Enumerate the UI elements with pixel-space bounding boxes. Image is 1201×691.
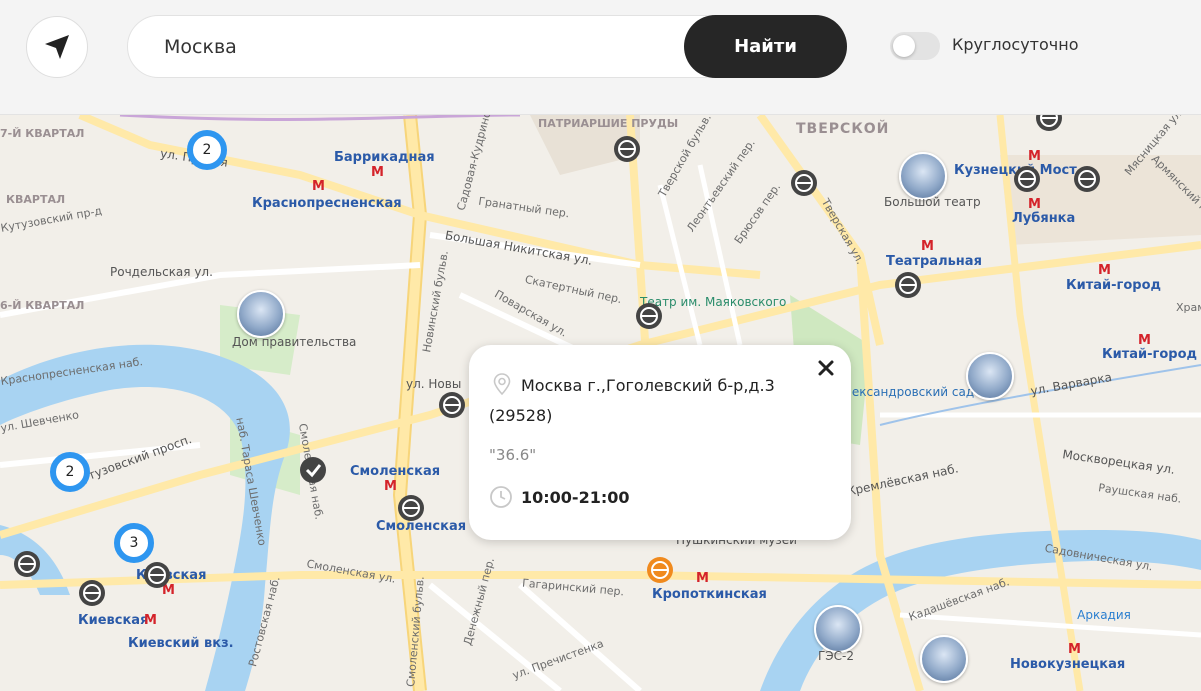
street-label: ул. Новы <box>406 377 462 391</box>
pharmacy-pin-icon[interactable] <box>396 493 426 523</box>
metro-label: Смоленская <box>350 464 441 479</box>
cluster-count: 2 <box>65 464 75 480</box>
metro-icon: M <box>1138 333 1151 348</box>
pharmacy-pin-icon[interactable] <box>634 301 664 331</box>
location-pin-icon <box>493 373 511 395</box>
metro-icon: M <box>144 613 157 628</box>
pharmacy-cluster[interactable]: 2 <box>50 452 90 492</box>
pharmacy-cluster[interactable]: 2 <box>187 130 227 170</box>
pharmacy-pin-icon[interactable] <box>142 560 172 590</box>
place-label: Дом правительства <box>232 335 357 349</box>
pharmacy-pin-icon[interactable] <box>12 549 42 579</box>
metro-icon: M <box>371 165 384 180</box>
pharmacy-pin-icon[interactable] <box>893 270 923 300</box>
place-label: Александровский сад <box>836 385 975 399</box>
pharmacy-cluster[interactable]: 3 <box>114 523 154 563</box>
pharmacy-pin-icon[interactable] <box>77 578 107 608</box>
place-label: Аркадия <box>1077 608 1131 622</box>
metro-label: Баррикадная <box>334 150 435 165</box>
place-label: ГЭС-2 <box>817 649 855 663</box>
pharmacy-address-text: Москва г.,Гоголевский б-р,д.3 (29528) <box>489 376 775 425</box>
pharmacy-pin-active-icon[interactable] <box>645 555 675 585</box>
round-the-clock-toggle[interactable] <box>890 32 940 60</box>
district-label: ТВЕРСКОЙ <box>796 121 890 137</box>
landmark-icon[interactable] <box>920 635 968 683</box>
place-label: Большой театр <box>884 195 981 209</box>
pharmacy-address: Москва г.,Гоголевский б-р,д.3 (29528) <box>489 371 829 431</box>
metro-icon: M <box>1068 642 1081 657</box>
pharmacy-pin-icon[interactable] <box>1012 164 1042 194</box>
metro-label: Киевская <box>78 613 149 628</box>
cathedral-icon[interactable] <box>966 352 1014 400</box>
metro-label: Новокузнецкая <box>1010 657 1126 672</box>
clock-icon <box>490 486 512 508</box>
search-input[interactable] <box>164 16 664 77</box>
pharmacy-hours-text: 10:00-21:00 <box>521 487 630 507</box>
place-label: Храм <box>1176 301 1201 314</box>
map-canvas[interactable]: ТВЕРСКОЙ ПАТРИАРШИЕ ПРУДЫ 7-Й КВАРТАЛ 6-… <box>0 115 1201 691</box>
search-bar: Найти <box>127 15 847 78</box>
metro-label: Китай-город <box>1102 347 1198 362</box>
header-bar: Найти Круглосуточно <box>0 0 1201 115</box>
round-the-clock-label: Круглосуточно <box>952 35 1079 54</box>
district-label: ПАТРИАРШИЕ ПРУДЫ <box>538 117 679 130</box>
ges2-icon[interactable] <box>814 605 862 653</box>
pharmacy-brand-pin-icon[interactable] <box>298 455 328 485</box>
pharmacy-pin-icon[interactable] <box>612 134 642 164</box>
search-button[interactable]: Найти <box>684 15 847 78</box>
bolshoi-theatre-icon[interactable] <box>899 152 947 200</box>
pharmacy-hours: 10:00-21:00 <box>489 485 630 509</box>
metro-icon: M <box>1028 197 1041 212</box>
cluster-count: 2 <box>202 142 212 158</box>
cluster-count: 3 <box>129 535 139 551</box>
district-label: КВАРТАЛ <box>6 193 66 206</box>
pharmacy-pin-icon[interactable] <box>1072 164 1102 194</box>
navigation-arrow-icon <box>45 35 69 59</box>
district-label: 7-Й КВАРТАЛ <box>0 127 85 140</box>
government-house-icon[interactable] <box>237 290 285 338</box>
metro-icon: M <box>921 239 934 254</box>
metro-icon: M <box>384 479 397 494</box>
metro-label: Киевский вкз. <box>128 636 234 651</box>
pharmacy-info-popup: Москва г.,Гоголевский б-р,д.3 (29528) "3… <box>469 345 851 540</box>
street-label: Рочдельская ул. <box>110 265 213 279</box>
metro-label: Лубянка <box>1012 211 1076 226</box>
metro-label: Театральная <box>886 254 982 269</box>
district-label: 6-Й КВАРТАЛ <box>0 299 85 312</box>
metro-label: Краснопресненская <box>252 196 402 211</box>
metro-icon: M <box>312 179 325 194</box>
pharmacy-pin-icon[interactable] <box>437 390 467 420</box>
metro-icon: M <box>696 571 709 586</box>
metro-icon: M <box>1098 263 1111 278</box>
metro-label: Кропоткинская <box>652 587 767 602</box>
geolocation-button[interactable] <box>26 16 88 78</box>
metro-icon: M <box>1028 149 1041 164</box>
toggle-knob <box>893 35 915 57</box>
pharmacy-name: "36.6" <box>489 446 537 464</box>
metro-label: Китай-город <box>1066 278 1162 293</box>
pharmacy-pin-icon[interactable] <box>1034 115 1064 133</box>
pharmacy-pin-icon[interactable] <box>789 168 819 198</box>
